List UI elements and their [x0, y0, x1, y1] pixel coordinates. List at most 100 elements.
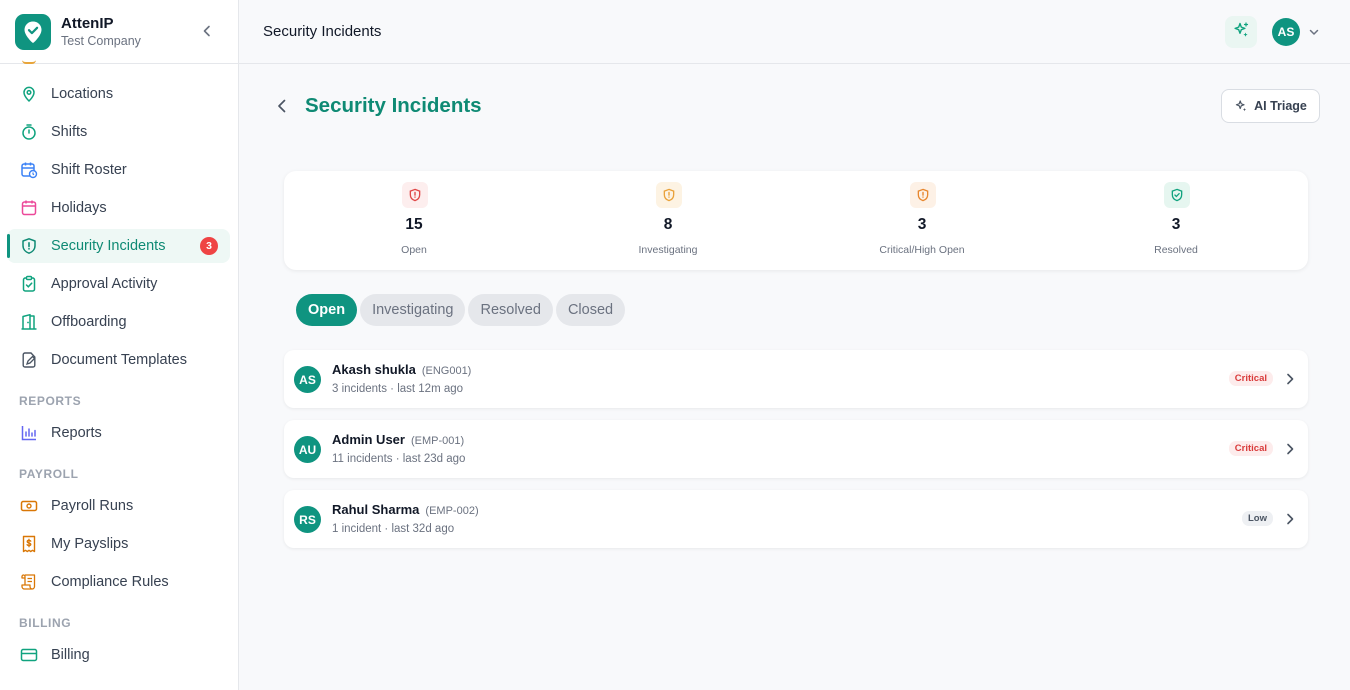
shield-alert-icon — [20, 237, 38, 255]
sidebar-item-reports[interactable]: Reports — [7, 416, 230, 450]
stat-investigating: 8 Investigating — [540, 171, 796, 270]
sparkle-icon — [1234, 99, 1248, 113]
incident-meta: 3 incidents · last 12m ago — [332, 383, 464, 395]
chevron-right-icon[interactable] — [1283, 512, 1297, 526]
severity-badge: Critical — [1228, 371, 1273, 386]
tab-resolved[interactable]: Resolved — [468, 294, 553, 326]
incident-meta: 1 incident · last 32d ago — [332, 523, 455, 535]
sidebar-item-security-incidents[interactable]: Security Incidents 3 — [7, 229, 230, 263]
sidebar-item-billing[interactable]: Billing — [7, 638, 230, 672]
avatar: AS — [294, 366, 321, 393]
door-exit-icon — [20, 313, 38, 331]
scroll-icon — [20, 573, 38, 591]
sidebar-item-label: Holidays — [51, 200, 107, 216]
brand-name: AttenIP — [61, 14, 114, 32]
shield-check-icon — [1164, 182, 1190, 208]
tab-open[interactable]: Open — [296, 294, 358, 326]
credit-card-icon — [20, 646, 38, 664]
sidebar-item-offboarding[interactable]: Offboarding — [7, 305, 230, 339]
sidebar-item-shift-roster[interactable]: Shift Roster — [7, 153, 230, 187]
ai-triage-label: AI Triage — [1254, 99, 1307, 113]
incident-row[interactable]: AS Akash shukla (ENG001) 3 incidents · la… — [284, 350, 1308, 408]
avatar: RS — [294, 506, 321, 533]
incident-row[interactable]: RS Rahul Sharma (EMP-002) 1 incident · la… — [284, 490, 1308, 548]
stats-card: 15 Open 8 Investigating 3 Critical/High … — [284, 171, 1308, 270]
sidebar-item-label: Payroll Runs — [51, 498, 134, 514]
sidebar-item-label: Document Templates — [51, 352, 187, 368]
chevron-down-icon[interactable] — [1307, 25, 1321, 39]
sidebar-item-holidays[interactable]: Holidays — [7, 191, 230, 225]
severity-badge: Critical — [1228, 441, 1273, 456]
banknote-icon — [20, 497, 38, 515]
header-title: Security Incidents — [263, 23, 382, 40]
clipboard-check-icon — [20, 275, 38, 293]
chevron-right-icon[interactable] — [1283, 442, 1297, 456]
sidebar-item-label: Reports — [51, 425, 102, 441]
shield-alert-icon — [402, 182, 428, 208]
brand-logo-icon — [15, 13, 51, 50]
stat-resolved: 3 Resolved — [1048, 171, 1304, 270]
shield-alert-icon — [910, 182, 936, 208]
sidebar-item-approval-activity[interactable]: Approval Activity — [7, 267, 230, 301]
company-name: Test Company — [61, 33, 141, 48]
ai-triage-button[interactable]: AI Triage — [1221, 89, 1320, 123]
sparkle-icon — [1232, 21, 1250, 44]
incident-meta: 11 incidents · last 23d ago — [332, 453, 466, 465]
collapse-sidebar-icon[interactable] — [198, 22, 216, 40]
stopwatch-icon — [20, 123, 38, 141]
stat-critical-high-open: 3 Critical/High Open — [794, 171, 1050, 270]
employee-name: Rahul Sharma (EMP-002) — [332, 502, 479, 517]
incident-count-badge: 3 — [200, 237, 218, 255]
section-label-reports: REPORTS — [19, 394, 82, 408]
employee-code: (ENG001) — [421, 365, 472, 377]
employee-name-text: Admin User — [332, 432, 405, 447]
sidebar-item-label: Locations — [51, 86, 114, 102]
employee-code: (EMP-002) — [425, 505, 479, 517]
bar-chart-icon — [20, 424, 38, 442]
incident-row[interactable]: AU Admin User (EMP-001) 11 incidents · la… — [284, 420, 1308, 478]
sidebar-item-label: Shifts — [51, 124, 88, 140]
status-tabs: Open Investigating Resolved Closed — [296, 294, 626, 326]
avatar: AU — [294, 436, 321, 463]
sidebar-item-shifts[interactable]: Shifts — [7, 115, 230, 149]
tab-investigating[interactable]: Investigating — [360, 294, 466, 326]
page-title: Security Incidents — [305, 94, 482, 117]
sidebar-item-my-payslips[interactable]: My Payslips — [7, 527, 230, 561]
stat-label: Open — [401, 244, 427, 256]
sidebar-item-label: My Payslips — [51, 536, 129, 552]
chevron-right-icon[interactable] — [1283, 372, 1297, 386]
stat-value: 8 — [663, 216, 673, 233]
employee-name-text: Rahul Sharma — [332, 502, 420, 517]
section-label-payroll: PAYROLL — [19, 467, 79, 481]
calendar-icon — [20, 199, 38, 217]
stat-label: Resolved — [1154, 244, 1198, 256]
section-label-billing: BILLING — [19, 616, 72, 630]
file-edit-icon — [20, 351, 38, 369]
employee-name: Admin User (EMP-001) — [332, 432, 464, 447]
sidebar-item-label: Offboarding — [51, 314, 127, 330]
ai-sparkle-button[interactable] — [1225, 16, 1257, 48]
back-arrow-icon[interactable] — [272, 96, 292, 116]
brand-header: AttenIP Test Company — [0, 0, 238, 64]
employee-name-text: Akash shukla — [332, 362, 416, 377]
severity-badge: Low — [1242, 511, 1273, 526]
top-bar: Security Incidents AS — [239, 0, 1350, 64]
shield-alert-icon — [656, 182, 682, 208]
sidebar-item-label: Billing — [51, 647, 90, 663]
sidebar: AttenIP Test Company Locations Shifts Sh… — [0, 0, 239, 690]
tab-closed[interactable]: Closed — [555, 294, 626, 326]
sidebar-item-locations[interactable]: Locations — [7, 77, 230, 111]
receipt-dollar-icon — [20, 535, 38, 553]
user-avatar[interactable]: AS — [1272, 18, 1300, 46]
sidebar-item-payroll-runs[interactable]: Payroll Runs — [7, 489, 230, 523]
sidebar-item-compliance-rules[interactable]: Compliance Rules — [7, 565, 230, 599]
map-pin-icon — [20, 85, 38, 103]
employee-code: (EMP-001) — [410, 435, 465, 447]
employee-name: Akash shukla (ENG001) — [332, 362, 471, 377]
sidebar-item-label: Compliance Rules — [51, 574, 169, 590]
sidebar-item-label: Security Incidents — [51, 238, 166, 254]
stat-label: Investigating — [638, 244, 698, 256]
stat-value: 15 — [405, 216, 423, 233]
sidebar-item-document-templates[interactable]: Document Templates — [7, 343, 230, 377]
stat-label: Critical/High Open — [879, 244, 965, 256]
